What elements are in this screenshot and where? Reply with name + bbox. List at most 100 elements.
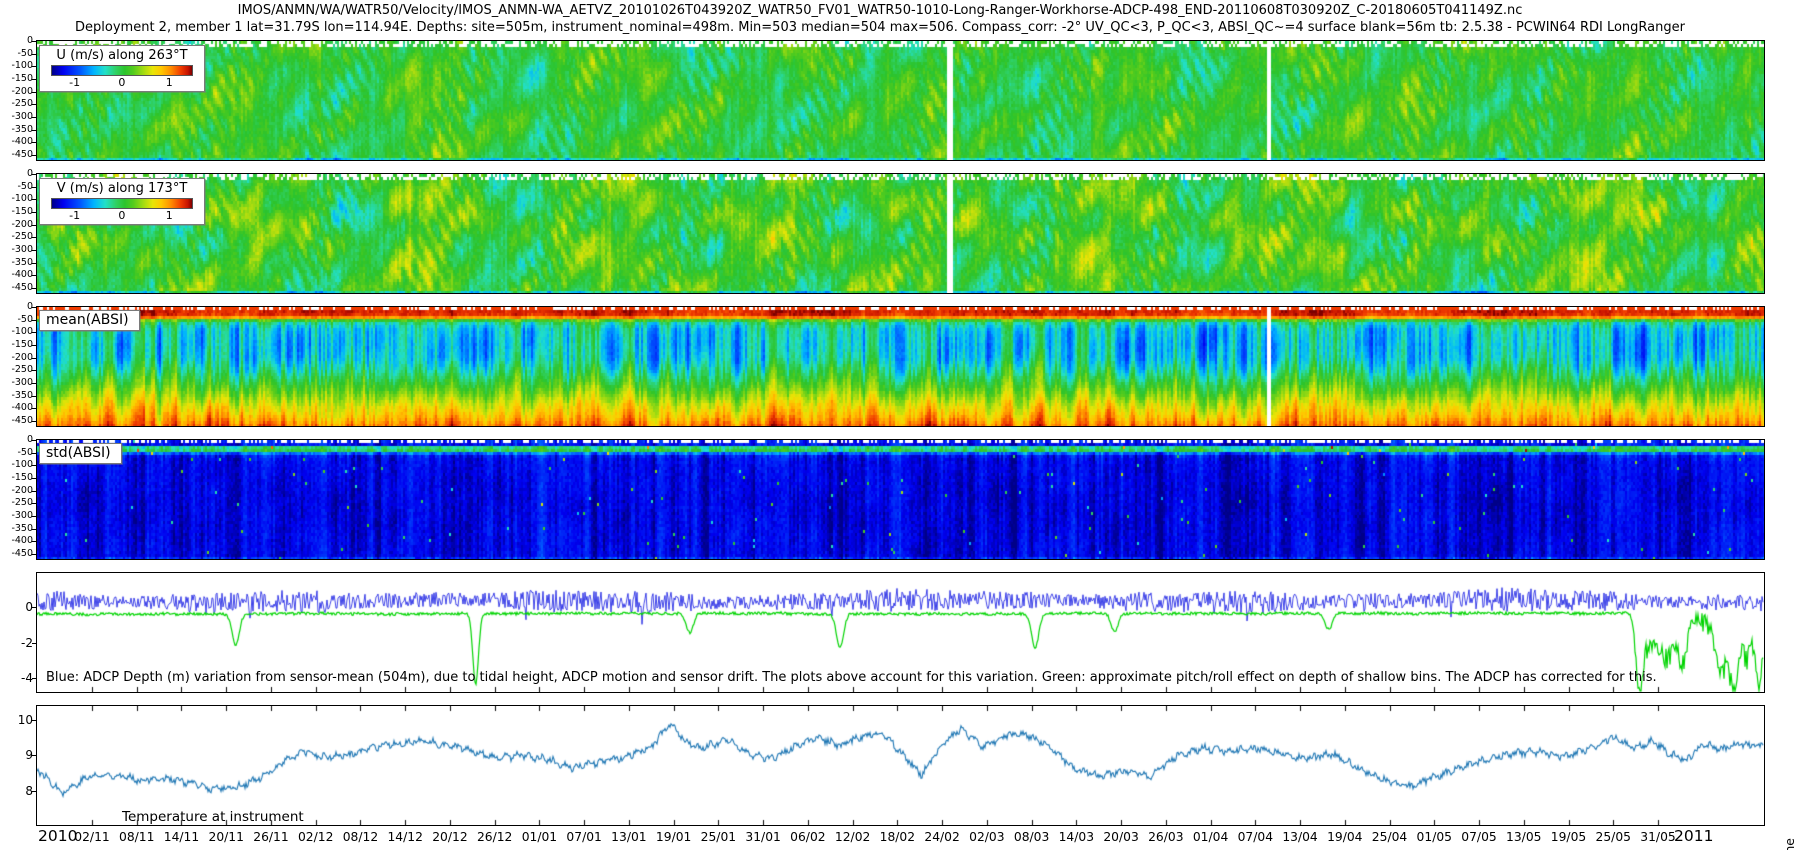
y-axis-tick-mark — [32, 225, 37, 226]
y-axis-tick-mark — [32, 41, 37, 42]
y-axis-tick-label: -300 — [0, 378, 33, 388]
x-axis-date-label: 25/01 — [701, 830, 736, 844]
u-velocity-legend-title: U (m/s) along 263°T — [40, 46, 204, 64]
y-axis-tick-label: -100 — [0, 460, 33, 470]
imos-timestamp-watermark: © IMOS 05-May-2025 14:43:03 Hobart time — [1782, 838, 1797, 850]
y-axis-tick-mark — [32, 421, 37, 422]
x-axis-date-label: 08/11 — [119, 830, 154, 844]
y-axis-tick-label: -300 — [0, 511, 33, 521]
y-axis-tick-mark — [32, 791, 37, 792]
y-axis-tick-mark — [32, 174, 37, 175]
x-axis-date-label: 01/01 — [522, 830, 557, 844]
y-axis-tick-mark — [32, 187, 37, 188]
x-axis-date-label: 02/11 — [74, 830, 109, 844]
y-axis-tick-label: -50 — [0, 182, 33, 192]
y-axis-tick-label: -150 — [0, 340, 33, 350]
x-axis-date-label: 26/11 — [253, 830, 288, 844]
y-axis-tick-mark — [32, 92, 37, 93]
temperature-canvas — [37, 706, 1764, 825]
y-axis-tick-label: -450 — [0, 549, 33, 559]
y-axis-tick-label: -200 — [0, 220, 33, 230]
temperature-label: Temperature at instrument — [119, 809, 307, 825]
y-axis-tick-mark — [32, 199, 37, 200]
y-axis-tick-mark — [32, 250, 37, 251]
x-axis-date-label: 20/03 — [1103, 830, 1138, 844]
y-axis-tick-label: -150 — [0, 207, 33, 217]
figure-title-filename: IMOS/ANMN/WA/WATR50/Velocity/IMOS_ANMN-W… — [20, 3, 1740, 18]
y-axis-tick-mark — [32, 383, 37, 384]
y-axis-tick-label: -2 — [0, 637, 33, 649]
x-axis-date-label: 14/12 — [387, 830, 422, 844]
y-axis-tick-label: -400 — [0, 270, 33, 280]
y-axis-tick-label: -400 — [0, 536, 33, 546]
x-axis-year-start: 2010 — [38, 827, 77, 845]
y-axis-tick-label: -50 — [0, 315, 33, 325]
colorbar-tick-mid: 0 — [98, 76, 145, 91]
y-axis-tick-mark — [32, 358, 37, 359]
y-axis-tick-label: -250 — [0, 365, 33, 375]
y-axis-tick-mark — [32, 408, 37, 409]
y-axis-tick-label: -250 — [0, 232, 33, 242]
x-axis-date-label: 19/04 — [1327, 830, 1362, 844]
figure-subtitle-deployment-info: Deployment 2, member 1 lat=31.79S lon=11… — [20, 20, 1740, 35]
x-axis-date-label: 31/05 — [1640, 830, 1675, 844]
x-axis-date-label: 06/02 — [790, 830, 825, 844]
y-axis-tick-mark — [32, 263, 37, 264]
y-axis-tick-label: -350 — [0, 125, 33, 135]
y-axis-tick-mark — [32, 345, 37, 346]
x-axis-date-label: 01/04 — [1193, 830, 1228, 844]
y-axis-tick-mark — [32, 117, 37, 118]
x-axis-year-end: 2011 — [1674, 827, 1713, 845]
x-axis-date-label: 14/03 — [1059, 830, 1094, 844]
x-axis-date-label: 13/01 — [611, 830, 646, 844]
x-axis-date-label: 24/02 — [924, 830, 959, 844]
y-axis-tick-label: -400 — [0, 137, 33, 147]
y-axis-tick-label: -200 — [0, 87, 33, 97]
v-velocity-legend-title: V (m/s) along 173°T — [40, 179, 204, 197]
y-axis-tick-mark — [32, 142, 37, 143]
y-axis-tick-label: -300 — [0, 245, 33, 255]
y-axis-tick-mark — [32, 478, 37, 479]
y-axis-tick-mark — [32, 288, 37, 289]
y-axis-tick-mark — [32, 332, 37, 333]
colorbar-tick-max: 1 — [146, 209, 193, 224]
y-axis-tick-label: -250 — [0, 99, 33, 109]
y-axis-tick-mark — [32, 212, 37, 213]
y-axis-tick-mark — [32, 491, 37, 492]
v-velocity-heatmap-canvas — [37, 174, 1764, 293]
y-axis-tick-mark — [32, 307, 37, 308]
std-absi-label: std(ABSI) — [39, 443, 122, 464]
v-velocity-legend: V (m/s) along 173°T -101 — [39, 178, 205, 225]
y-axis-tick-label: 9 — [0, 749, 33, 761]
y-axis-tick-mark — [32, 66, 37, 67]
x-axis-date-label: 25/05 — [1596, 830, 1631, 844]
depth-variation-annotation: Blue: ADCP Depth (m) variation from sens… — [46, 670, 1657, 685]
panel-depth-variation: Blue: ADCP Depth (m) variation from sens… — [36, 572, 1765, 693]
u-velocity-legend: U (m/s) along 263°T -101 — [39, 45, 205, 92]
y-axis-tick-mark — [32, 720, 37, 721]
mean-absi-label: mean(ABSI) — [39, 310, 140, 331]
x-axis-date-label: 07/01 — [566, 830, 601, 844]
x-axis-date-label: 01/05 — [1417, 830, 1452, 844]
u-velocity-heatmap-canvas — [37, 41, 1764, 160]
y-axis-tick-label: -150 — [0, 74, 33, 84]
y-axis-tick-label: 0 — [0, 601, 33, 613]
y-axis-tick-label: -50 — [0, 448, 33, 458]
v-velocity-colorbar-ticks: -101 — [40, 209, 204, 224]
panel-std-absi-heatmap: std(ABSI) 0-50-100-150-200-250-300-350-4… — [36, 439, 1765, 560]
x-axis-date-label: 08/03 — [1014, 830, 1049, 844]
y-axis-tick-mark — [32, 607, 37, 608]
y-axis-tick-mark — [32, 643, 37, 644]
panel-temperature: Temperature at instrument 1098 — [36, 705, 1765, 826]
y-axis-tick-mark — [32, 275, 37, 276]
y-axis-tick-label: 10 — [0, 714, 33, 726]
x-axis-date-label: 19/05 — [1551, 830, 1586, 844]
x-axis-date-label: 07/05 — [1461, 830, 1496, 844]
u-velocity-colorbar-ticks: -101 — [40, 76, 204, 91]
y-axis-tick-mark — [32, 529, 37, 530]
y-axis-tick-label: -200 — [0, 486, 33, 496]
colorbar-tick-max: 1 — [146, 76, 193, 91]
x-axis-date-label: 31/01 — [745, 830, 780, 844]
u-velocity-colorbar — [51, 65, 193, 76]
y-axis-tick-mark — [32, 755, 37, 756]
